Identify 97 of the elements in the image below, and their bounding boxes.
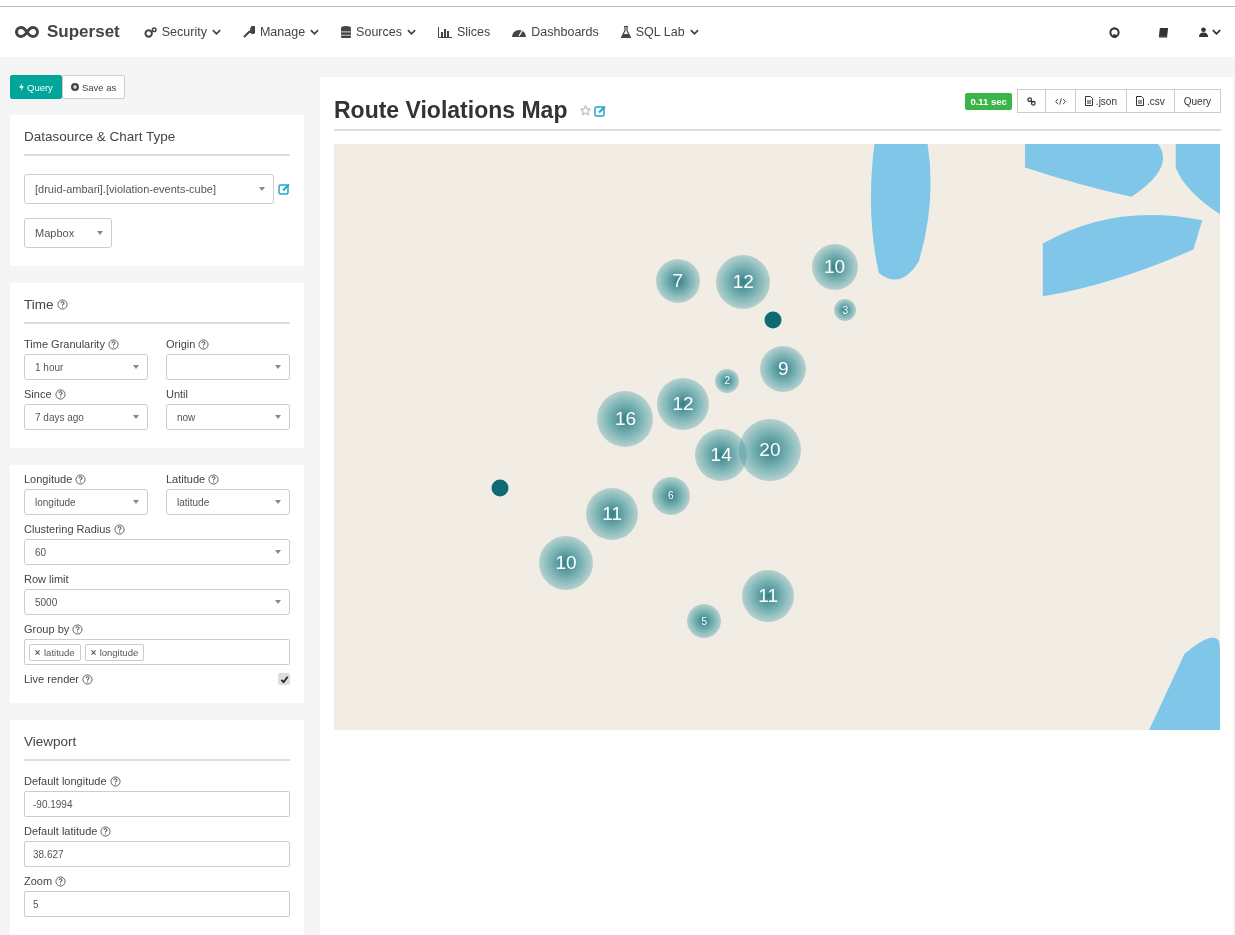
caret-icon bbox=[275, 550, 281, 554]
field-label: Origin bbox=[166, 338, 196, 350]
tag[interactable]: longitude bbox=[84, 643, 145, 661]
select-field[interactable]: 5000 bbox=[24, 589, 290, 615]
select-field[interactable]: longitude bbox=[24, 489, 148, 515]
field-label: Latitude bbox=[166, 473, 206, 485]
help-icon[interactable] bbox=[100, 825, 112, 837]
field-label: Clustering Radius bbox=[24, 523, 111, 535]
point-marker[interactable] bbox=[491, 479, 509, 497]
field-label: Row limit bbox=[24, 573, 69, 585]
star-icon[interactable] bbox=[580, 105, 592, 116]
bar-chart-icon bbox=[437, 26, 452, 38]
nav-menu-item[interactable]: SQL Lab bbox=[612, 21, 707, 43]
help-icon[interactable] bbox=[113, 523, 125, 535]
help-icon[interactable] bbox=[82, 673, 94, 685]
link-button[interactable] bbox=[1016, 89, 1046, 113]
cluster-marker[interactable]: 9 bbox=[760, 346, 807, 392]
caret-icon bbox=[259, 187, 265, 191]
select-field[interactable]: 1 hour bbox=[24, 354, 148, 380]
field-label: Longitude bbox=[24, 473, 73, 485]
help-icon[interactable] bbox=[107, 338, 119, 350]
field-label: Zoom bbox=[24, 875, 53, 887]
datasource-select[interactable]: [druid-ambari].[violation-events-cube] bbox=[24, 174, 274, 204]
select-field[interactable]: Mapbox bbox=[24, 218, 112, 248]
remove-icon[interactable] bbox=[90, 649, 96, 655]
gears-icon bbox=[143, 26, 157, 38]
nav-menu-item[interactable]: Security bbox=[135, 21, 229, 43]
input-field[interactable]: -90.1994 bbox=[24, 791, 290, 817]
section-title: Datasource & Chart Type bbox=[24, 129, 176, 144]
user-menu[interactable] bbox=[1199, 27, 1221, 37]
save-as-button[interactable]: Save as bbox=[61, 75, 126, 99]
cluster-marker[interactable]: 5 bbox=[687, 604, 722, 638]
nav-menu-item[interactable]: Dashboards bbox=[504, 21, 607, 43]
field-label: Until bbox=[166, 388, 188, 400]
remove-icon[interactable] bbox=[35, 649, 40, 655]
caret-icon bbox=[97, 231, 103, 235]
chart-title: Route Violations Map bbox=[334, 97, 568, 124]
circle-plus-icon bbox=[70, 83, 79, 91]
caret-icon bbox=[275, 600, 281, 604]
input-field[interactable]: 5 bbox=[24, 891, 290, 917]
export-button[interactable]: .json bbox=[1074, 89, 1127, 113]
bolt-icon bbox=[19, 83, 24, 91]
caret-icon bbox=[275, 365, 281, 369]
caret-icon bbox=[133, 365, 139, 369]
help-icon[interactable] bbox=[72, 623, 84, 635]
help-icon[interactable] bbox=[55, 875, 67, 887]
field-label: Time Granularity bbox=[24, 338, 105, 350]
select-field[interactable] bbox=[166, 354, 290, 380]
link-icon bbox=[1026, 96, 1036, 106]
file-icon bbox=[1084, 96, 1093, 106]
select-field[interactable]: now bbox=[166, 404, 290, 430]
chevron-down-icon bbox=[1212, 29, 1221, 35]
timing-badge: 0.11 sec bbox=[965, 92, 1012, 110]
help-icon[interactable] bbox=[75, 473, 87, 485]
select-field[interactable]: latitude bbox=[166, 489, 290, 515]
query-button[interactable]: Query bbox=[1173, 89, 1221, 113]
help-icon[interactable] bbox=[198, 338, 210, 350]
caret-icon bbox=[133, 500, 139, 504]
checkbox[interactable] bbox=[278, 673, 290, 685]
caret-icon bbox=[275, 415, 281, 419]
wrench-icon bbox=[242, 26, 255, 38]
help-icon[interactable] bbox=[54, 388, 66, 400]
cluster-marker[interactable]: 6 bbox=[651, 476, 690, 515]
select-field[interactable]: 60 bbox=[24, 539, 290, 565]
infinity-logo-icon[interactable] bbox=[14, 25, 40, 39]
help-icon[interactable] bbox=[208, 473, 220, 485]
edit-icon[interactable] bbox=[594, 104, 607, 117]
help-icon[interactable] bbox=[56, 299, 68, 310]
field-label: Live render bbox=[24, 673, 80, 685]
section-title: Time bbox=[24, 297, 54, 312]
code-icon bbox=[1054, 97, 1066, 105]
gauge-icon bbox=[512, 27, 527, 37]
caret-icon bbox=[275, 500, 281, 504]
field-label: Default longitude bbox=[24, 775, 107, 787]
point-marker[interactable] bbox=[764, 311, 782, 329]
field-label: Since bbox=[24, 388, 52, 400]
nav-menu-item[interactable]: Manage bbox=[234, 21, 328, 43]
select-field[interactable]: 7 days ago bbox=[24, 404, 148, 430]
edit-icon[interactable] bbox=[278, 183, 290, 195]
database-icon bbox=[341, 26, 352, 38]
nav-menu-item[interactable]: Slices bbox=[429, 21, 499, 43]
caret-icon bbox=[133, 415, 139, 419]
export-button[interactable]: .csv bbox=[1126, 89, 1175, 113]
field-label: Default latitude bbox=[24, 825, 98, 837]
input-field[interactable]: 38.627 bbox=[24, 841, 290, 867]
brand-name[interactable]: Superset bbox=[47, 22, 120, 42]
field-label: Group by bbox=[24, 623, 70, 635]
tags-field[interactable]: latitude longitude bbox=[24, 639, 290, 665]
nav-menu-item[interactable]: Sources bbox=[333, 21, 424, 43]
map-background[interactable]: 7 12 10 3 2 9 12 16 14 20 6 11 10 11 5 bbox=[334, 144, 1220, 730]
tag[interactable]: latitude bbox=[29, 643, 81, 661]
file-icon bbox=[1136, 96, 1144, 106]
user-icon bbox=[1199, 27, 1208, 37]
section-title: Viewport bbox=[24, 734, 77, 749]
flask-icon bbox=[620, 26, 631, 38]
book-icon[interactable] bbox=[1158, 26, 1169, 38]
help-icon[interactable] bbox=[109, 775, 121, 787]
